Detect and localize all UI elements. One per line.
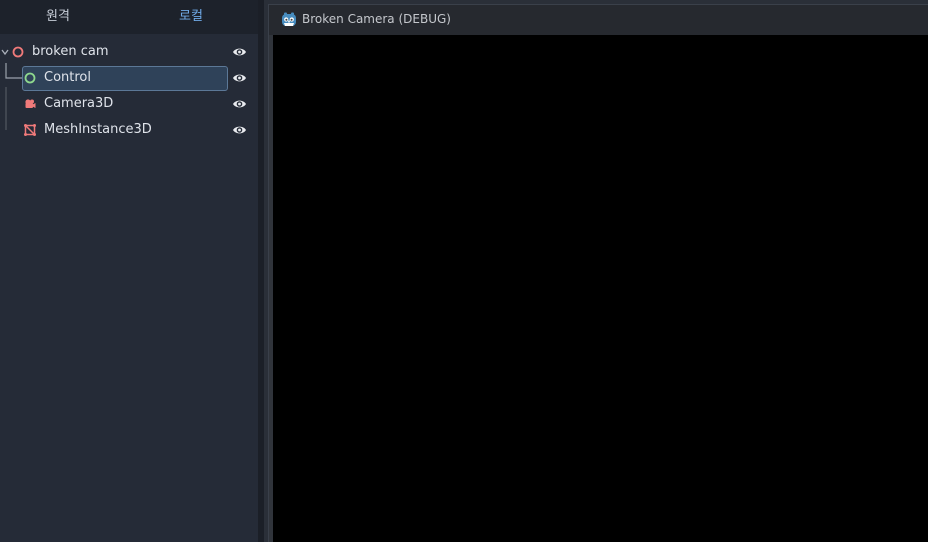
tree-item-label: Control: [44, 70, 91, 85]
eye-visibility-icon[interactable]: [232, 123, 247, 137]
tree-item-control[interactable]: Control: [0, 65, 256, 91]
godot-icon: [282, 12, 296, 26]
tree-item-camera3d[interactable]: Camera3D: [0, 91, 256, 117]
control-circle-icon: [24, 72, 36, 84]
scene-tabs: 원격 로컬: [0, 0, 258, 34]
game-viewport[interactable]: [273, 35, 928, 542]
tree-item-label: broken cam: [32, 44, 109, 59]
tab-local[interactable]: 로컬: [126, 0, 256, 34]
chevron-down-icon[interactable]: [1, 47, 9, 57]
eye-visibility-icon[interactable]: [232, 97, 247, 111]
game-window: Broken Camera (DEBUG): [264, 0, 928, 542]
screen: 원격 로컬 broken cam Control Camera3D MeshIn…: [0, 0, 928, 542]
window-titlebar[interactable]: Broken Camera (DEBUG): [269, 5, 928, 35]
scene-tree: broken cam Control Camera3D MeshInstance…: [0, 38, 256, 542]
scene-dock: 원격 로컬 broken cam Control Camera3D MeshIn…: [0, 0, 258, 542]
tree-item-broken-cam[interactable]: broken cam: [0, 39, 256, 65]
mesh-instance-icon: [24, 124, 36, 136]
node-circle-icon: [12, 46, 24, 58]
eye-visibility-icon[interactable]: [232, 71, 247, 85]
tree-item-label: Camera3D: [44, 96, 114, 111]
eye-visibility-icon[interactable]: [232, 45, 247, 59]
camera3d-icon: [25, 99, 36, 108]
window-title: Broken Camera (DEBUG): [302, 12, 451, 26]
tree-item-label: MeshInstance3D: [44, 122, 152, 137]
tab-remote[interactable]: 원격: [0, 0, 116, 34]
tree-item-meshinstance3d[interactable]: MeshInstance3D: [0, 117, 256, 143]
